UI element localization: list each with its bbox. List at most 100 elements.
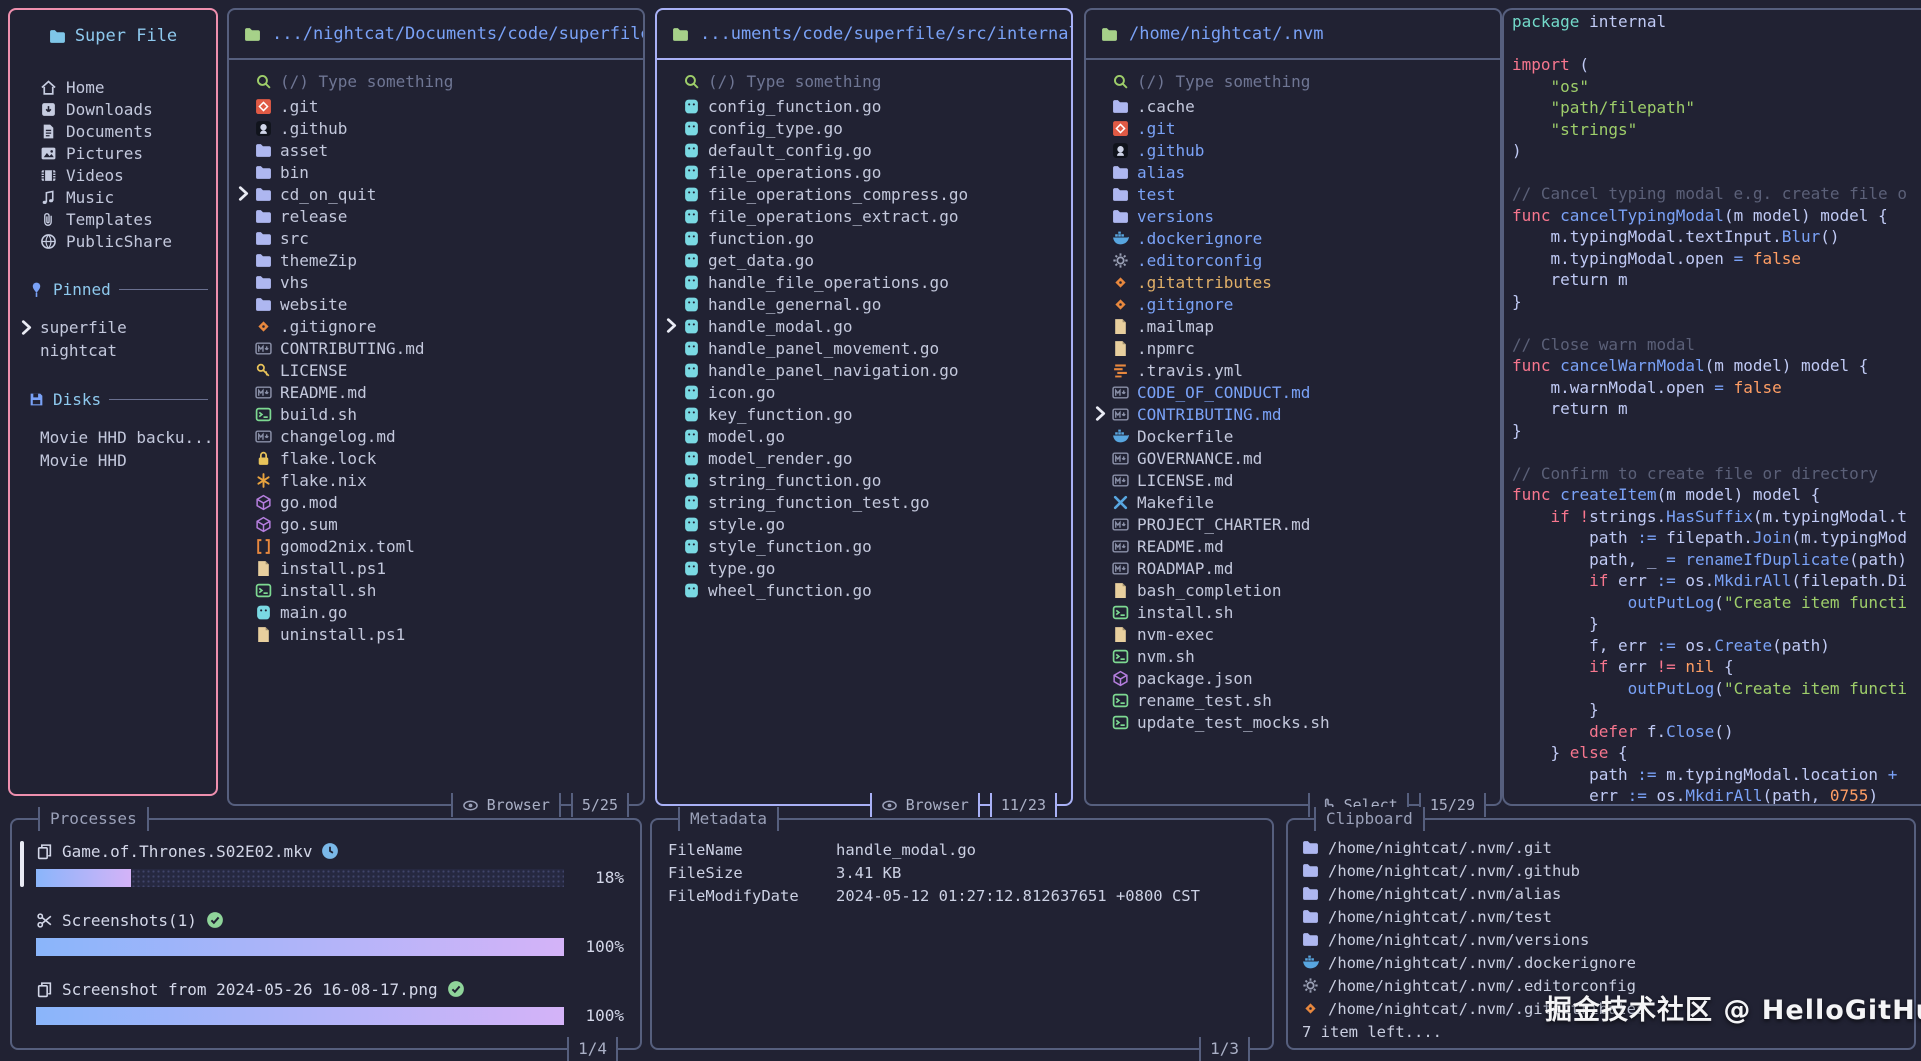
- file-row[interactable]: CODE_OF_CONDUCT.md: [1112, 381, 1492, 403]
- file-row[interactable]: .gitignore: [1112, 293, 1492, 315]
- file-row[interactable]: LICENSE: [255, 359, 635, 381]
- file-row[interactable]: file_operations_extract.go: [683, 205, 1063, 227]
- file-row[interactable]: config_type.go: [683, 117, 1063, 139]
- file-row[interactable]: .git: [255, 95, 635, 117]
- file-row[interactable]: install.ps1: [255, 557, 635, 579]
- file-row[interactable]: README.md: [1112, 535, 1492, 557]
- file-row[interactable]: flake.nix: [255, 469, 635, 491]
- file-row[interactable]: handle_panel_navigation.go: [683, 359, 1063, 381]
- file-row[interactable]: install.sh: [255, 579, 635, 601]
- file-row[interactable]: go.mod: [255, 491, 635, 513]
- file-row[interactable]: .gitattributes: [1112, 271, 1492, 293]
- file-row[interactable]: style.go: [683, 513, 1063, 535]
- file-row[interactable]: Makefile: [1112, 491, 1492, 513]
- file-row[interactable]: GOVERNANCE.md: [1112, 447, 1492, 469]
- process-item[interactable]: Screenshots(1)100%: [36, 909, 624, 956]
- file-row[interactable]: get_data.go: [683, 249, 1063, 271]
- file-row[interactable]: install.sh: [1112, 601, 1492, 623]
- file-row[interactable]: CONTRIBUTING.md: [1112, 403, 1492, 425]
- file-row[interactable]: uninstall.ps1: [255, 623, 635, 645]
- file-row[interactable]: file_operations.go: [683, 161, 1063, 183]
- file-row[interactable]: gomod2nix.toml: [255, 535, 635, 557]
- sidebar-item-videos[interactable]: Videos: [10, 164, 216, 186]
- file-row[interactable]: LICENSE.md: [1112, 469, 1492, 491]
- file-row[interactable]: main.go: [255, 601, 635, 623]
- panel-search-input[interactable]: (/) Type something: [683, 70, 1063, 92]
- sidebar-item-templates[interactable]: Templates: [10, 208, 216, 230]
- file-row[interactable]: .git: [1112, 117, 1492, 139]
- sidebar-item-home[interactable]: Home: [10, 76, 216, 98]
- file-row[interactable]: .mailmap: [1112, 315, 1492, 337]
- file-row[interactable]: nvm.sh: [1112, 645, 1492, 667]
- file-row[interactable]: icon.go: [683, 381, 1063, 403]
- sidebar-item-publicshare[interactable]: PublicShare: [10, 230, 216, 252]
- file-name: .gitattributes: [1137, 273, 1272, 292]
- file-row[interactable]: test: [1112, 183, 1492, 205]
- file-row[interactable]: string_function.go: [683, 469, 1063, 491]
- file-row[interactable]: cd_on_quit: [255, 183, 635, 205]
- file-row[interactable]: file_operations_compress.go: [683, 183, 1063, 205]
- file-row[interactable]: .github: [1112, 139, 1492, 161]
- file-row[interactable]: bash_completion: [1112, 579, 1492, 601]
- process-name-row: Game.of.Thrones.S02E02.mkv: [36, 840, 624, 862]
- file-row[interactable]: style_function.go: [683, 535, 1063, 557]
- file-row[interactable]: function.go: [683, 227, 1063, 249]
- file-row[interactable]: go.sum: [255, 513, 635, 535]
- file-row[interactable]: Dockerfile: [1112, 425, 1492, 447]
- sidebar-item-music[interactable]: Music: [10, 186, 216, 208]
- disk-item[interactable]: Movie HHD: [10, 449, 216, 472]
- panel-path-bar[interactable]: .../nightcat/Documents/code/superfile: [229, 10, 643, 60]
- file-row[interactable]: README.md: [255, 381, 635, 403]
- file-row[interactable]: type.go: [683, 557, 1063, 579]
- file-row[interactable]: wheel_function.go: [683, 579, 1063, 601]
- file-row[interactable]: handle_modal.go: [683, 315, 1063, 337]
- file-row[interactable]: alias: [1112, 161, 1492, 183]
- panel-search-input[interactable]: (/) Type something: [255, 70, 635, 92]
- file-row[interactable]: CONTRIBUTING.md: [255, 337, 635, 359]
- file-row[interactable]: asset: [255, 139, 635, 161]
- file-row[interactable]: rename_test.sh: [1112, 689, 1492, 711]
- sidebar-item-downloads[interactable]: Downloads: [10, 98, 216, 120]
- file-row[interactable]: .gitignore: [255, 315, 635, 337]
- file-row[interactable]: .npmrc: [1112, 337, 1492, 359]
- panel-path-bar[interactable]: /home/nightcat/.nvm: [1086, 10, 1500, 60]
- file-row[interactable]: model.go: [683, 425, 1063, 447]
- file-row[interactable]: .github: [255, 117, 635, 139]
- process-item[interactable]: Screenshot from 2024-05-26 16-08-17.png1…: [36, 978, 624, 1025]
- file-row[interactable]: config_function.go: [683, 95, 1063, 117]
- file-row[interactable]: build.sh: [255, 403, 635, 425]
- panel-search-input[interactable]: (/) Type something: [1112, 70, 1492, 92]
- file-row[interactable]: package.json: [1112, 667, 1492, 689]
- file-row[interactable]: handle_file_operations.go: [683, 271, 1063, 293]
- file-row[interactable]: PROJECT_CHARTER.md: [1112, 513, 1492, 535]
- file-row[interactable]: key_function.go: [683, 403, 1063, 425]
- file-row[interactable]: default_config.go: [683, 139, 1063, 161]
- file-row[interactable]: versions: [1112, 205, 1492, 227]
- pinned-item-nightcat[interactable]: nightcat: [10, 339, 216, 362]
- file-row[interactable]: src: [255, 227, 635, 249]
- file-row[interactable]: update_test_mocks.sh: [1112, 711, 1492, 733]
- file-row[interactable]: website: [255, 293, 635, 315]
- file-row[interactable]: release: [255, 205, 635, 227]
- disk-item[interactable]: Movie HHD backu...: [10, 426, 216, 449]
- sidebar-item-pictures[interactable]: Pictures: [10, 142, 216, 164]
- file-row[interactable]: .dockerignore: [1112, 227, 1492, 249]
- panel-path-bar[interactable]: ...uments/code/superfile/src/internal: [657, 10, 1071, 60]
- file-row[interactable]: handle_panel_movement.go: [683, 337, 1063, 359]
- file-row[interactable]: handle_genernal.go: [683, 293, 1063, 315]
- file-row[interactable]: bin: [255, 161, 635, 183]
- file-row[interactable]: .editorconfig: [1112, 249, 1492, 271]
- file-row[interactable]: .cache: [1112, 95, 1492, 117]
- file-row[interactable]: themeZip: [255, 249, 635, 271]
- pinned-item-superfile[interactable]: superfile: [10, 316, 216, 339]
- process-item[interactable]: Game.of.Thrones.S02E02.mkv18%: [36, 840, 624, 887]
- sidebar-item-documents[interactable]: Documents: [10, 120, 216, 142]
- file-row[interactable]: vhs: [255, 271, 635, 293]
- file-row[interactable]: model_render.go: [683, 447, 1063, 469]
- file-row[interactable]: flake.lock: [255, 447, 635, 469]
- file-row[interactable]: changelog.md: [255, 425, 635, 447]
- file-row[interactable]: string_function_test.go: [683, 491, 1063, 513]
- file-row[interactable]: .travis.yml: [1112, 359, 1492, 381]
- file-row[interactable]: ROADMAP.md: [1112, 557, 1492, 579]
- file-row[interactable]: nvm-exec: [1112, 623, 1492, 645]
